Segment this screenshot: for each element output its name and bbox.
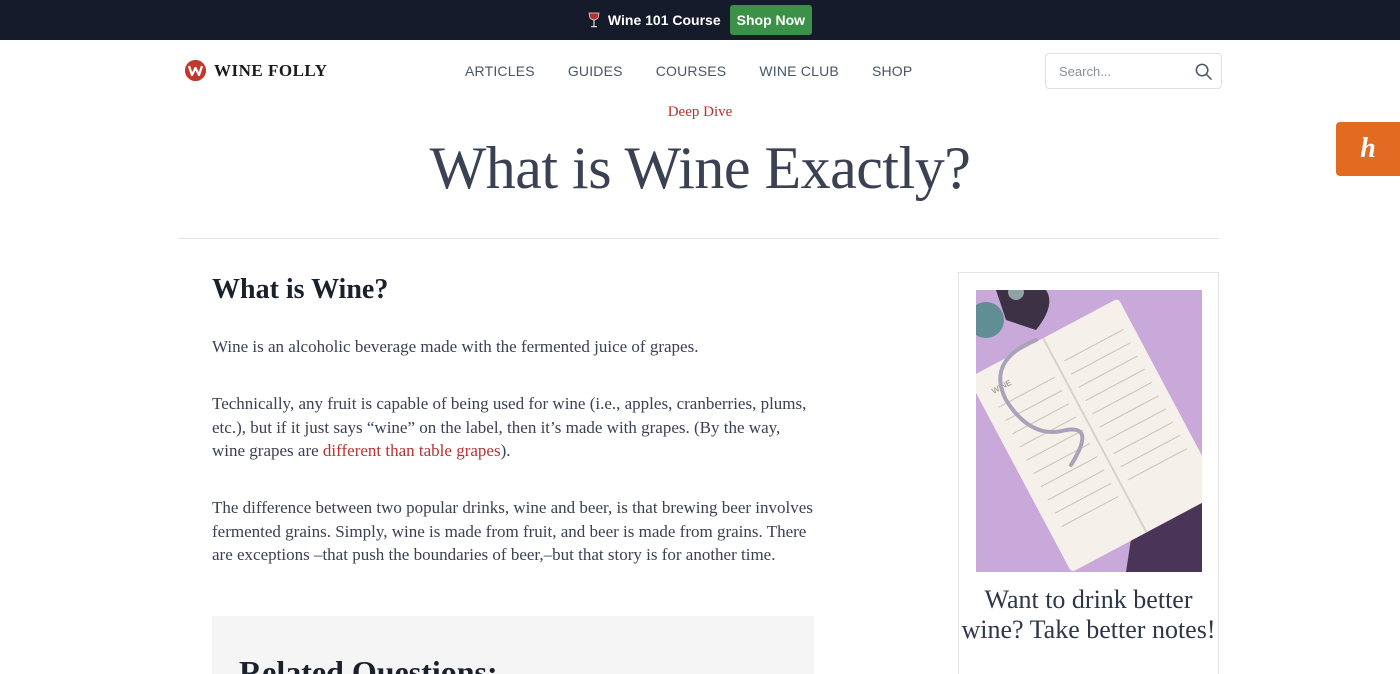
- search-icon[interactable]: [1194, 62, 1213, 81]
- page-title: What is Wine Exactly?: [429, 135, 971, 201]
- nav-item-courses[interactable]: COURSES: [656, 63, 727, 79]
- nav-item-wine-club[interactable]: WINE CLUB: [759, 63, 839, 79]
- title-divider: [178, 238, 1219, 239]
- related-questions-box: Related Questions:: [212, 616, 814, 674]
- search-input[interactable]: [1059, 63, 1189, 79]
- search-box: [1045, 53, 1222, 89]
- nav-item-guides[interactable]: GUIDES: [568, 63, 623, 79]
- promo-bar: Wine 101 Course Shop Now: [0, 0, 1400, 40]
- wine-glass-icon: [588, 12, 600, 28]
- promo-text[interactable]: Wine 101 Course: [608, 12, 721, 28]
- section-heading: What is Wine?: [212, 274, 389, 305]
- article-body: What is Wine? Wine is an alcoholic bever…: [212, 272, 814, 674]
- related-questions-title: Related Questions:: [239, 654, 498, 674]
- paragraph-2: Technically, any fruit is capable of bei…: [212, 392, 814, 463]
- sidebar-ad[interactable]: WINE Want to drink better wine? Take bet…: [958, 272, 1219, 674]
- ad-headline[interactable]: Want to drink better wine? Take better n…: [959, 585, 1218, 645]
- site-header: WINE FOLLY ARTICLES GUIDES COURSES WINE …: [0, 40, 1400, 102]
- notebook-image[interactable]: WINE: [976, 290, 1202, 572]
- paragraph-1: Wine is an alcoholic beverage made with …: [212, 337, 699, 356]
- nav-item-shop[interactable]: SHOP: [872, 63, 912, 79]
- paragraph-3: The difference between two popular drink…: [212, 498, 813, 564]
- logo[interactable]: WINE FOLLY: [185, 60, 327, 81]
- shop-now-button[interactable]: Shop Now: [729, 5, 813, 35]
- main-nav: ARTICLES GUIDES COURSES WINE CLUB SHOP: [465, 63, 912, 79]
- wine-folly-logo-icon: [185, 60, 206, 81]
- nav-item-articles[interactable]: ARTICLES: [465, 63, 535, 79]
- paragraph-2-text-end: ).: [500, 441, 511, 460]
- logo-text: WINE FOLLY: [214, 60, 328, 80]
- category-kicker[interactable]: Deep Dive: [0, 104, 1400, 121]
- table-grapes-link[interactable]: different than table grapes: [323, 441, 501, 460]
